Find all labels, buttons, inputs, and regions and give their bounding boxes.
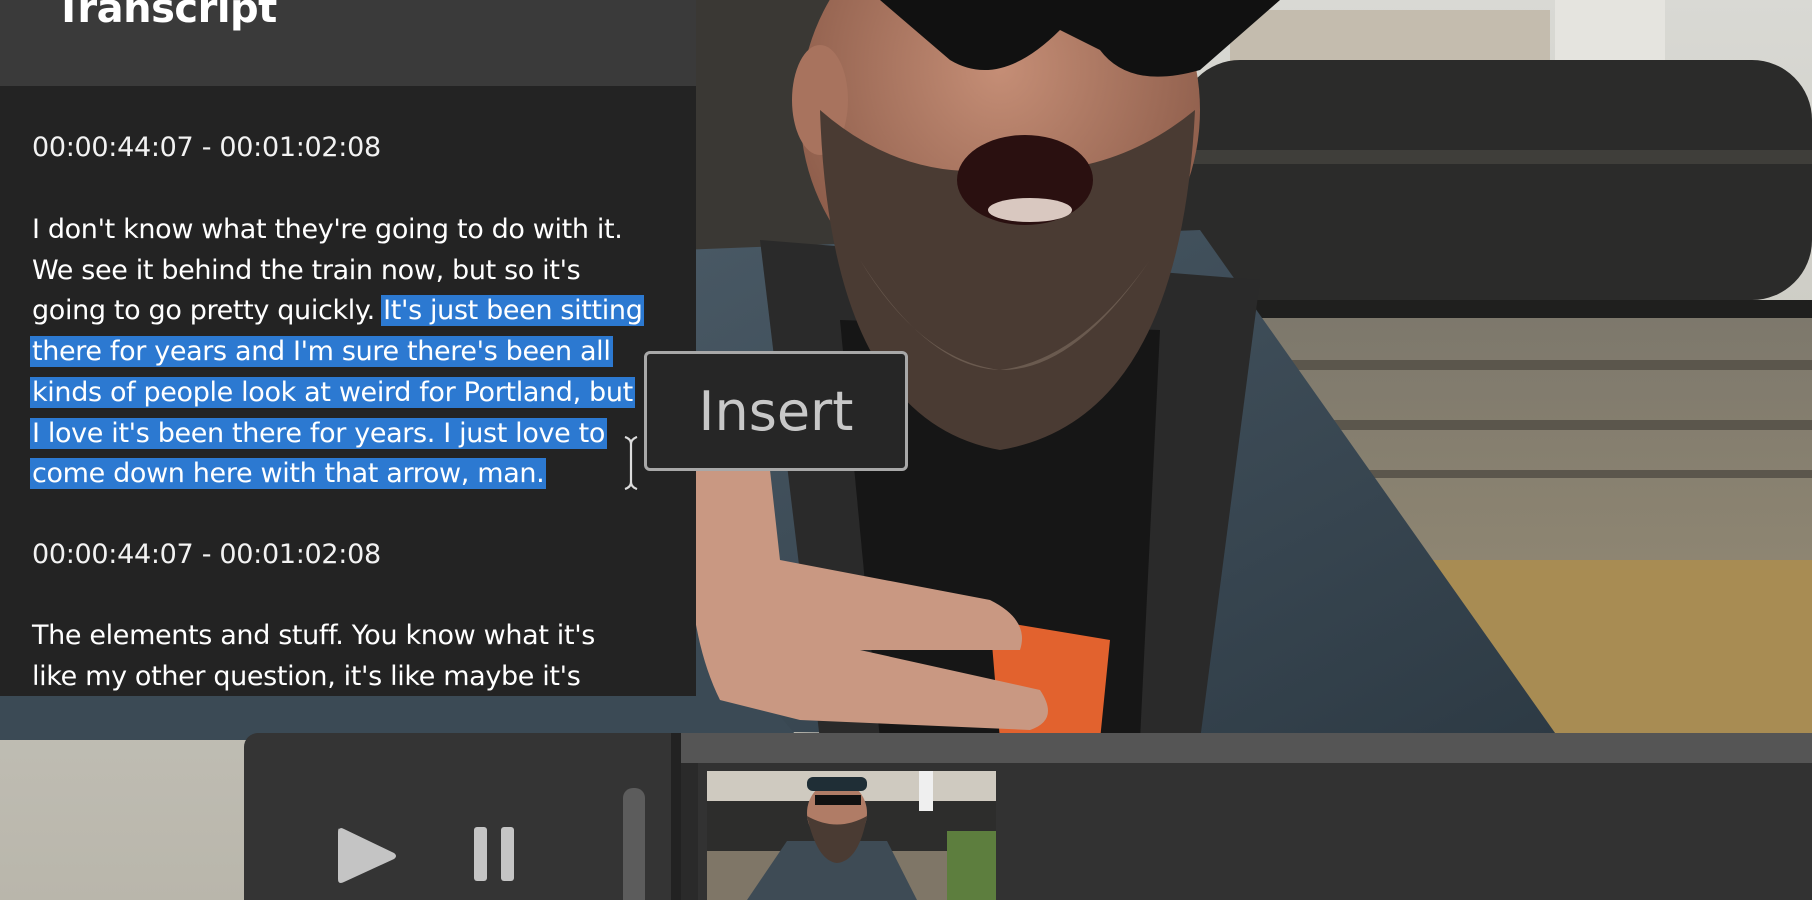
text-cursor-icon: [624, 436, 638, 490]
timeline-ruler[interactable]: [681, 733, 1812, 763]
insert-button[interactable]: Insert: [644, 351, 908, 471]
panel-divider[interactable]: [671, 733, 681, 900]
transcript-panel: Transcript 00:00:44:07 - 00:01:02:08 I d…: [0, 0, 696, 696]
playback-controls: [244, 733, 671, 900]
transcript-line[interactable]: I don't know what they're going to do wi…: [32, 210, 682, 251]
controls-scrollbar[interactable]: [623, 788, 645, 900]
transcript-line[interactable]: come down here with that arrow, man.: [30, 454, 682, 495]
line-text[interactable]: We see it behind the train now, but so i…: [32, 255, 581, 286]
selected-text[interactable]: come down here with that arrow, man.: [30, 458, 547, 490]
selected-text[interactable]: It's just been sitting: [381, 295, 645, 327]
line-text[interactable]: like my other question, it's like maybe …: [32, 661, 581, 692]
transcript-line[interactable]: like my other question, it's like maybe …: [32, 657, 682, 696]
panel-title: Transcript: [55, 0, 277, 32]
transcript-line[interactable]: going to go pretty quickly. It's just be…: [32, 291, 682, 332]
transcript-line[interactable]: there for years and I'm sure there's bee…: [30, 332, 682, 373]
transcript-line[interactable]: We see it behind the train now, but so i…: [32, 251, 682, 292]
segment-timestamp[interactable]: 00:00:44:07 - 00:01:02:08: [32, 132, 381, 163]
panel-header: Transcript: [0, 0, 696, 86]
selected-text[interactable]: there for years and I'm sure there's bee…: [30, 336, 613, 368]
segment-text[interactable]: I don't know what they're going to do wi…: [30, 210, 682, 495]
video-clip-thumbnail[interactable]: [707, 771, 996, 900]
pause-icon[interactable]: [472, 825, 516, 883]
play-icon[interactable]: [334, 825, 400, 887]
line-text[interactable]: going to go pretty quickly.: [32, 295, 383, 326]
segment-timestamp[interactable]: 00:00:44:07 - 00:01:02:08: [32, 539, 381, 570]
clip-thumbnail-image: [707, 771, 996, 900]
timeline-panel: [681, 733, 1812, 900]
transcript-line[interactable]: The elements and stuff. You know what it…: [32, 616, 682, 657]
transcript-line[interactable]: kinds of people look at weird for Portla…: [30, 373, 682, 414]
segment-text[interactable]: The elements and stuff. You know what it…: [32, 616, 682, 696]
transcript-body[interactable]: 00:00:44:07 - 00:01:02:08 I don't know w…: [0, 86, 696, 696]
selected-text[interactable]: kinds of people look at weird for Portla…: [30, 376, 635, 408]
transcript-line[interactable]: I love it's been there for years. I just…: [30, 414, 682, 455]
line-text[interactable]: The elements and stuff. You know what it…: [32, 620, 595, 651]
line-text[interactable]: I don't know what they're going to do wi…: [32, 214, 623, 245]
selected-text[interactable]: I love it's been there for years. I just…: [30, 417, 608, 449]
